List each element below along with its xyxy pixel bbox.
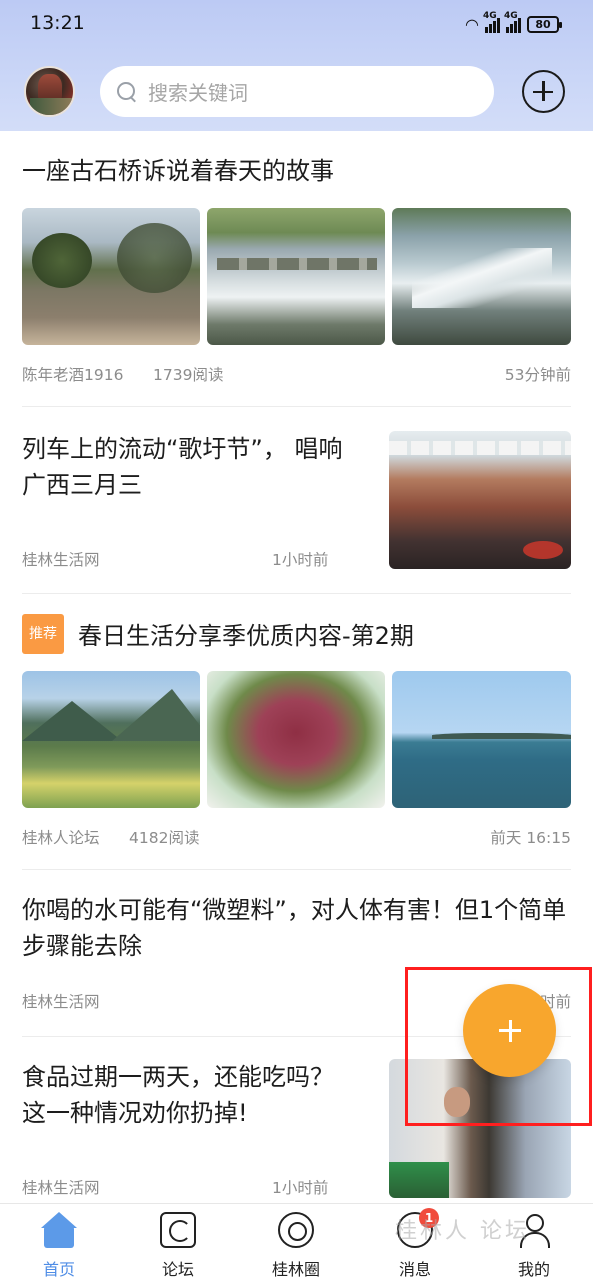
user-avatar[interactable] [24,66,75,117]
status-time: 13:21 [30,12,85,34]
feed-item-source: 桂林人论坛 [22,829,100,847]
feed-item-time: 1小时前 [272,551,329,569]
feed-item-title: 一座古石桥诉说着春天的故事 [22,157,334,185]
battery-icon: 80 [527,15,562,33]
tab-label: 消息 [398,1260,431,1279]
feed-item-source: 桂林生活网 [22,1179,100,1197]
thumbnail-image [389,431,571,569]
search-bar[interactable]: 搜索关键词 [100,66,494,117]
tab-home[interactable]: 首页 [19,1210,99,1280]
feed-item-reads: 1739阅读 [153,366,224,384]
thumbnail-image [392,208,571,345]
tab-label: 桂林圈 [271,1260,320,1279]
feed-item-title: 列车上的流动“歌圩节”， 唱响广西三月三 [22,435,343,499]
divider [22,869,571,870]
signal-icon-2: 4G [504,11,521,33]
feed-item[interactable]: 推荐 春日生活分享季优质内容-第2期 桂林人论坛 4182阅读 前天 16:15 [22,614,571,857]
thumbnail-image [207,208,385,345]
tab-guilin-circle[interactable]: 桂林圈 [256,1210,336,1280]
profile-icon [516,1212,552,1248]
thumbnail-image [207,671,385,808]
highlight-box [405,967,592,1126]
wifi-icon: ◠ [465,14,479,34]
unread-badge: 1 [419,1208,439,1228]
forum-icon [160,1212,196,1248]
feed-item[interactable]: 一座古石桥诉说着春天的故事 陈年老酒1916 1739阅读 53分钟前 [22,153,571,393]
feed-item-time: 53分钟前 [504,366,571,384]
home-icon [41,1212,77,1248]
tab-label: 我的 [517,1260,550,1279]
search-placeholder: 搜索关键词 [148,81,248,105]
feed-item-time: 1小时前 [272,1179,329,1197]
feed-item-title: 春日生活分享季优质内容-第2期 [78,622,414,650]
signal-icon-1: 4G [483,11,500,33]
status-bar: 13:21 ◠ 4G 4G 80 [0,0,593,48]
tab-label: 论坛 [161,1260,194,1279]
feed-item-title-row: 推荐 春日生活分享季优质内容-第2期 [22,614,571,657]
thumbnail-image [22,671,200,808]
thumbnail-image [22,208,200,345]
add-circle-button[interactable] [522,70,565,113]
tab-label: 首页 [42,1260,75,1279]
recommend-tag: 推荐 [22,614,64,654]
divider [22,593,571,594]
tab-profile[interactable]: 我的 [494,1210,574,1280]
search-icon [116,81,138,103]
feed-item-title: 你喝的水可能有“微塑料”，对人体有害！但1个简单步骤能去除 [22,896,567,960]
network-type-2: 4G [504,11,518,21]
feed-item-source: 陈年老酒1916 [22,366,124,384]
network-type-1: 4G [483,11,497,21]
feed-item[interactable]: 列车上的流动“歌圩节”， 唱响广西三月三 桂林生活网 1小时前 [22,431,571,571]
divider [22,406,571,407]
circle-icon [278,1212,314,1248]
feed-item-reads: 4182阅读 [129,829,200,847]
bottom-tab-bar: 首页 论坛 桂林圈 1 消息 我的 [0,1203,593,1280]
tab-messages[interactable]: 1 消息 [375,1208,455,1280]
status-icons: ◠ 4G 4G 80 [465,11,562,36]
tab-forum[interactable]: 论坛 [138,1210,218,1280]
feed-item-title: 食品过期一两天，还能吃吗？这一种情况劝你扔掉! [22,1063,334,1127]
thumbnail-image [392,671,571,808]
feed-item-source: 桂林生活网 [22,993,100,1011]
feed-item-source: 桂林生活网 [22,551,100,569]
battery-level: 80 [535,17,551,31]
top-bar: 13:21 ◠ 4G 4G 80 搜索关键词 [0,0,593,131]
feed-item-time: 前天 16:15 [490,829,571,847]
